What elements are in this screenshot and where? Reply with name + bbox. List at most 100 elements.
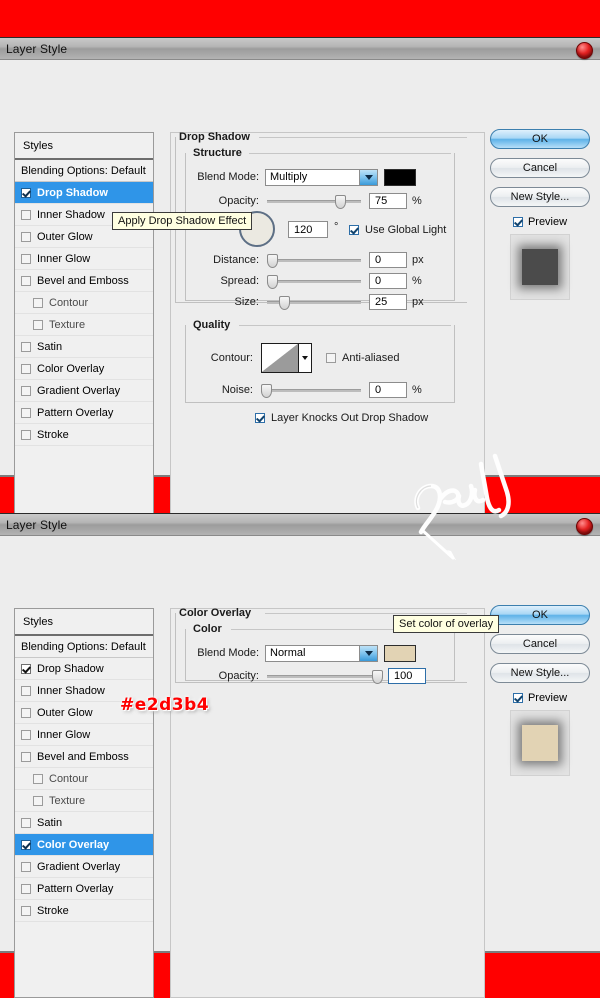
style-item-bevel-and-emboss[interactable]: Bevel and Emboss	[15, 746, 153, 768]
style-item-contour[interactable]: Contour	[15, 292, 153, 314]
slider-thumb[interactable]	[261, 384, 272, 398]
opacity-unit: %	[412, 195, 422, 207]
style-item-checkbox[interactable]	[21, 839, 31, 850]
style-item-label: Blending Options: Default	[21, 164, 146, 177]
slider-thumb[interactable]	[267, 254, 278, 268]
style-item-pattern-overlay[interactable]: Pattern Overlay	[15, 402, 153, 424]
style-item-checkbox[interactable]	[21, 861, 31, 872]
preview-swatch	[522, 725, 558, 761]
ok-button[interactable]: OK	[490, 129, 590, 149]
style-item-texture[interactable]: Texture	[15, 790, 153, 812]
preview-toggle[interactable]: Preview	[490, 692, 590, 704]
blend-mode-select[interactable]: Multiply	[265, 168, 378, 186]
chevron-down-icon[interactable]	[359, 645, 377, 661]
style-item-checkbox[interactable]	[21, 707, 31, 718]
angle-input[interactable]: 120	[288, 221, 328, 238]
style-item-gradient-overlay[interactable]: Gradient Overlay	[15, 380, 153, 402]
style-item-checkbox[interactable]	[21, 751, 31, 762]
style-item-checkbox[interactable]	[33, 319, 43, 330]
ok-button[interactable]: OK	[490, 605, 590, 625]
style-item-checkbox[interactable]	[21, 209, 31, 220]
slider-thumb[interactable]	[279, 296, 291, 310]
distance-input[interactable]: 0	[369, 252, 407, 268]
style-item-checkbox[interactable]	[21, 385, 31, 396]
close-icon[interactable]	[576, 42, 593, 59]
opacity-slider[interactable]	[267, 194, 361, 209]
slider-thumb[interactable]	[267, 275, 278, 289]
style-item-checkbox[interactable]	[21, 253, 31, 264]
slider-thumb[interactable]	[334, 195, 346, 209]
styles-list[interactable]: Blending Options: Default Drop Shadow Inne…	[15, 160, 153, 446]
opacity-slider[interactable]	[267, 669, 384, 684]
style-item-checkbox[interactable]	[21, 187, 31, 198]
style-item-checkbox[interactable]	[21, 407, 31, 418]
style-item-stroke[interactable]: Stroke	[15, 900, 153, 922]
noise-slider[interactable]	[261, 383, 361, 398]
style-item-checkbox[interactable]	[21, 341, 31, 352]
use-global-light-checkbox[interactable]	[349, 225, 359, 235]
style-item-bevel-and-emboss[interactable]: Bevel and Emboss	[15, 270, 153, 292]
style-item-satin[interactable]: Satin	[15, 812, 153, 834]
close-icon[interactable]	[576, 518, 593, 535]
style-item-checkbox[interactable]	[21, 883, 31, 894]
style-item-drop-shadow[interactable]: Drop Shadow	[15, 182, 153, 204]
style-item-checkbox[interactable]	[21, 275, 31, 286]
styles-list[interactable]: Blending Options: Default Drop Shadow Inne…	[15, 636, 153, 922]
style-item-stroke[interactable]: Stroke	[15, 424, 153, 446]
size-slider[interactable]	[267, 295, 361, 310]
style-item-checkbox[interactable]	[21, 817, 31, 828]
style-item-color-overlay[interactable]: Color Overlay	[15, 834, 153, 856]
style-item-checkbox[interactable]	[33, 795, 43, 806]
anti-aliased-checkbox[interactable]	[326, 353, 336, 363]
style-item-blending-options-default[interactable]: Blending Options: Default	[15, 636, 153, 658]
style-item-blending-options-default[interactable]: Blending Options: Default	[15, 160, 153, 182]
style-item-satin[interactable]: Satin	[15, 336, 153, 358]
style-item-checkbox[interactable]	[21, 429, 31, 440]
opacity-input[interactable]: 100	[388, 668, 426, 684]
slider-thumb[interactable]	[372, 670, 384, 684]
style-item-checkbox[interactable]	[21, 729, 31, 740]
spread-slider[interactable]	[267, 274, 361, 289]
size-input[interactable]: 25	[369, 294, 407, 310]
style-item-pattern-overlay[interactable]: Pattern Overlay	[15, 878, 153, 900]
contour-preview[interactable]	[261, 343, 299, 373]
preview-checkbox[interactable]	[512, 693, 523, 703]
style-item-checkbox[interactable]	[21, 663, 31, 674]
style-item-checkbox[interactable]	[21, 905, 31, 916]
noise-input[interactable]: 0	[369, 382, 407, 398]
new-style-button[interactable]: New Style...	[490, 663, 590, 683]
styles-panel: Styles Blending Options: Default Drop Sha…	[14, 132, 154, 522]
chevron-down-icon[interactable]	[359, 169, 377, 185]
layer-knocks-out-checkbox[interactable]	[255, 413, 265, 423]
style-item-checkbox[interactable]	[21, 685, 31, 696]
style-item-color-overlay[interactable]: Color Overlay	[15, 358, 153, 380]
style-item-contour[interactable]: Contour	[15, 768, 153, 790]
spread-input[interactable]: 0	[369, 273, 407, 289]
style-item-inner-glow[interactable]: Inner Glow	[15, 724, 153, 746]
preview-checkbox[interactable]	[512, 217, 523, 227]
style-item-drop-shadow[interactable]: Drop Shadow	[15, 658, 153, 680]
style-item-gradient-overlay[interactable]: Gradient Overlay	[15, 856, 153, 878]
titlebar[interactable]: Layer Style	[0, 38, 600, 60]
style-item-checkbox[interactable]	[33, 773, 43, 784]
shadow-color-swatch[interactable]	[384, 168, 416, 186]
blend-mode-select[interactable]: Normal	[265, 644, 378, 662]
style-item-label: Inner Shadow	[37, 684, 105, 697]
opacity-input[interactable]: 75	[369, 193, 407, 209]
cancel-button[interactable]: Cancel	[490, 158, 590, 178]
distance-slider[interactable]	[267, 253, 361, 268]
style-item-inner-glow[interactable]: Inner Glow	[15, 248, 153, 270]
style-item-checkbox[interactable]	[33, 297, 43, 308]
style-item-texture[interactable]: Texture	[15, 314, 153, 336]
overlay-color-swatch[interactable]	[384, 644, 416, 662]
chevron-down-icon[interactable]	[299, 343, 312, 373]
style-item-label: Outer Glow	[37, 706, 93, 719]
style-item-label: Texture	[49, 318, 86, 331]
titlebar[interactable]: Layer Style	[0, 514, 600, 536]
new-style-button[interactable]: New Style...	[490, 187, 590, 207]
style-item-checkbox[interactable]	[21, 231, 31, 242]
style-item-checkbox[interactable]	[21, 363, 31, 374]
cancel-button[interactable]: Cancel	[490, 634, 590, 654]
contour-picker[interactable]	[261, 343, 312, 373]
preview-toggle[interactable]: Preview	[490, 216, 590, 228]
